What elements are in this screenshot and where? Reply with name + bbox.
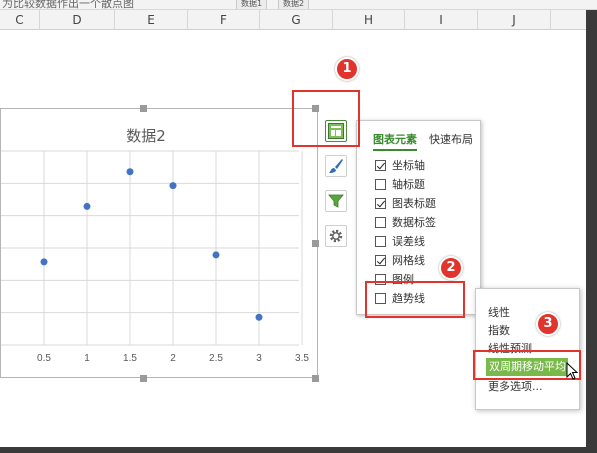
chart-resize-handle-right[interactable] [312, 240, 319, 247]
x-tick-label: 1 [84, 353, 90, 364]
sheet-tab-2[interactable]: 数据2 [278, 0, 310, 9]
x-tick-label: 1.5 [123, 353, 137, 364]
checkbox-error-bars[interactable] [375, 235, 386, 247]
column-header-g[interactable]: G [260, 10, 333, 30]
panel-item-error-bars[interactable]: 误差线 [375, 232, 475, 250]
panel-item-axis-titles[interactable]: 轴标题 [375, 175, 475, 193]
submenu-item-more-options[interactable]: 更多选项... [488, 378, 543, 394]
panel-item-axes[interactable]: 坐标轴 [375, 156, 475, 174]
label-axis-titles: 轴标题 [392, 178, 425, 191]
chart-style-button[interactable] [325, 155, 347, 177]
data-point [126, 168, 134, 176]
tab-quick-layout[interactable]: 快速布局 [429, 131, 473, 147]
annotation-box-3 [473, 350, 581, 380]
column-header-d[interactable]: D [40, 10, 115, 30]
funnel-icon [328, 194, 344, 208]
column-header-f[interactable]: F [188, 10, 260, 30]
data-point [255, 313, 263, 321]
data-point [169, 182, 177, 190]
label-gridlines: 网格线 [392, 254, 425, 267]
trendline-submenu: 线性 指数 线性预测 双周期移动平均 更多选项... [475, 288, 580, 410]
annotation-box-2 [365, 281, 465, 318]
paintbrush-icon [329, 159, 343, 173]
formula-bar[interactable]: 为比较数据作出一个散点图 数据1 数据2 [0, 0, 597, 10]
step-badge-3: 3 [536, 312, 560, 336]
spreadsheet-window: 为比较数据作出一个散点图 数据1 数据2 C D E F G H I J 数据2… [0, 0, 597, 453]
sheet-tab-1[interactable]: 数据1 [236, 0, 268, 9]
chart-resize-handle-bottom[interactable] [140, 375, 147, 382]
label-error-bars: 误差线 [392, 235, 425, 248]
column-header-c[interactable]: C [0, 10, 40, 30]
submenu-item-linear[interactable]: 线性 [488, 304, 510, 320]
checkbox-data-labels[interactable] [375, 216, 386, 228]
checkbox-axis-titles[interactable] [375, 178, 386, 190]
submenu-item-exponential[interactable]: 指数 [488, 322, 510, 338]
data-point [40, 258, 48, 266]
label-chart-title: 图表标题 [392, 197, 436, 210]
chart-resize-handle-top[interactable] [140, 105, 147, 112]
x-tick-label: 2 [170, 353, 176, 364]
panel-item-data-labels[interactable]: 数据标签 [375, 213, 475, 231]
x-tick-label: 2.5 [209, 353, 223, 364]
window-right-edge [586, 10, 597, 453]
annotation-box-1 [292, 90, 360, 147]
x-tick-label: 3.5 [295, 353, 309, 364]
panel-item-chart-title[interactable]: 图表标题 [375, 194, 475, 212]
tab-chart-elements[interactable]: 图表元素 [373, 131, 417, 151]
checkbox-chart-title[interactable] [375, 197, 386, 209]
chart-filter-button[interactable] [325, 190, 347, 212]
formula-text: 为比较数据作出一个散点图 [2, 0, 134, 10]
label-data-labels: 数据标签 [392, 216, 436, 229]
column-header-j[interactable]: J [478, 10, 551, 30]
window-bottom-edge [0, 447, 597, 453]
scatter-chart[interactable]: 数据2 0.5 1 1.5 2 2.5 3 3.5 [0, 108, 318, 378]
chart-plot-area: 0.5 1 1.5 2 2.5 3 3.5 [1, 150, 309, 364]
x-tick-label: 0.5 [37, 353, 51, 364]
checkbox-axes[interactable] [375, 159, 386, 171]
x-tick-label: 3 [256, 353, 262, 364]
chart-options-button[interactable] [325, 225, 347, 247]
gear-icon [329, 229, 343, 243]
column-header-row: C D E F G H I J [0, 10, 597, 30]
data-point [83, 202, 91, 210]
chart-resize-handle-bottom-right[interactable] [312, 375, 319, 382]
column-header-h[interactable]: H [333, 10, 405, 30]
checkbox-gridlines[interactable] [375, 254, 386, 266]
step-badge-2: 2 [439, 256, 463, 280]
data-point [212, 251, 220, 259]
step-badge-1: 1 [335, 57, 359, 81]
column-header-e[interactable]: E [115, 10, 188, 30]
column-header-i[interactable]: I [405, 10, 478, 30]
label-axes: 坐标轴 [392, 159, 425, 172]
mouse-cursor-icon [566, 362, 578, 380]
